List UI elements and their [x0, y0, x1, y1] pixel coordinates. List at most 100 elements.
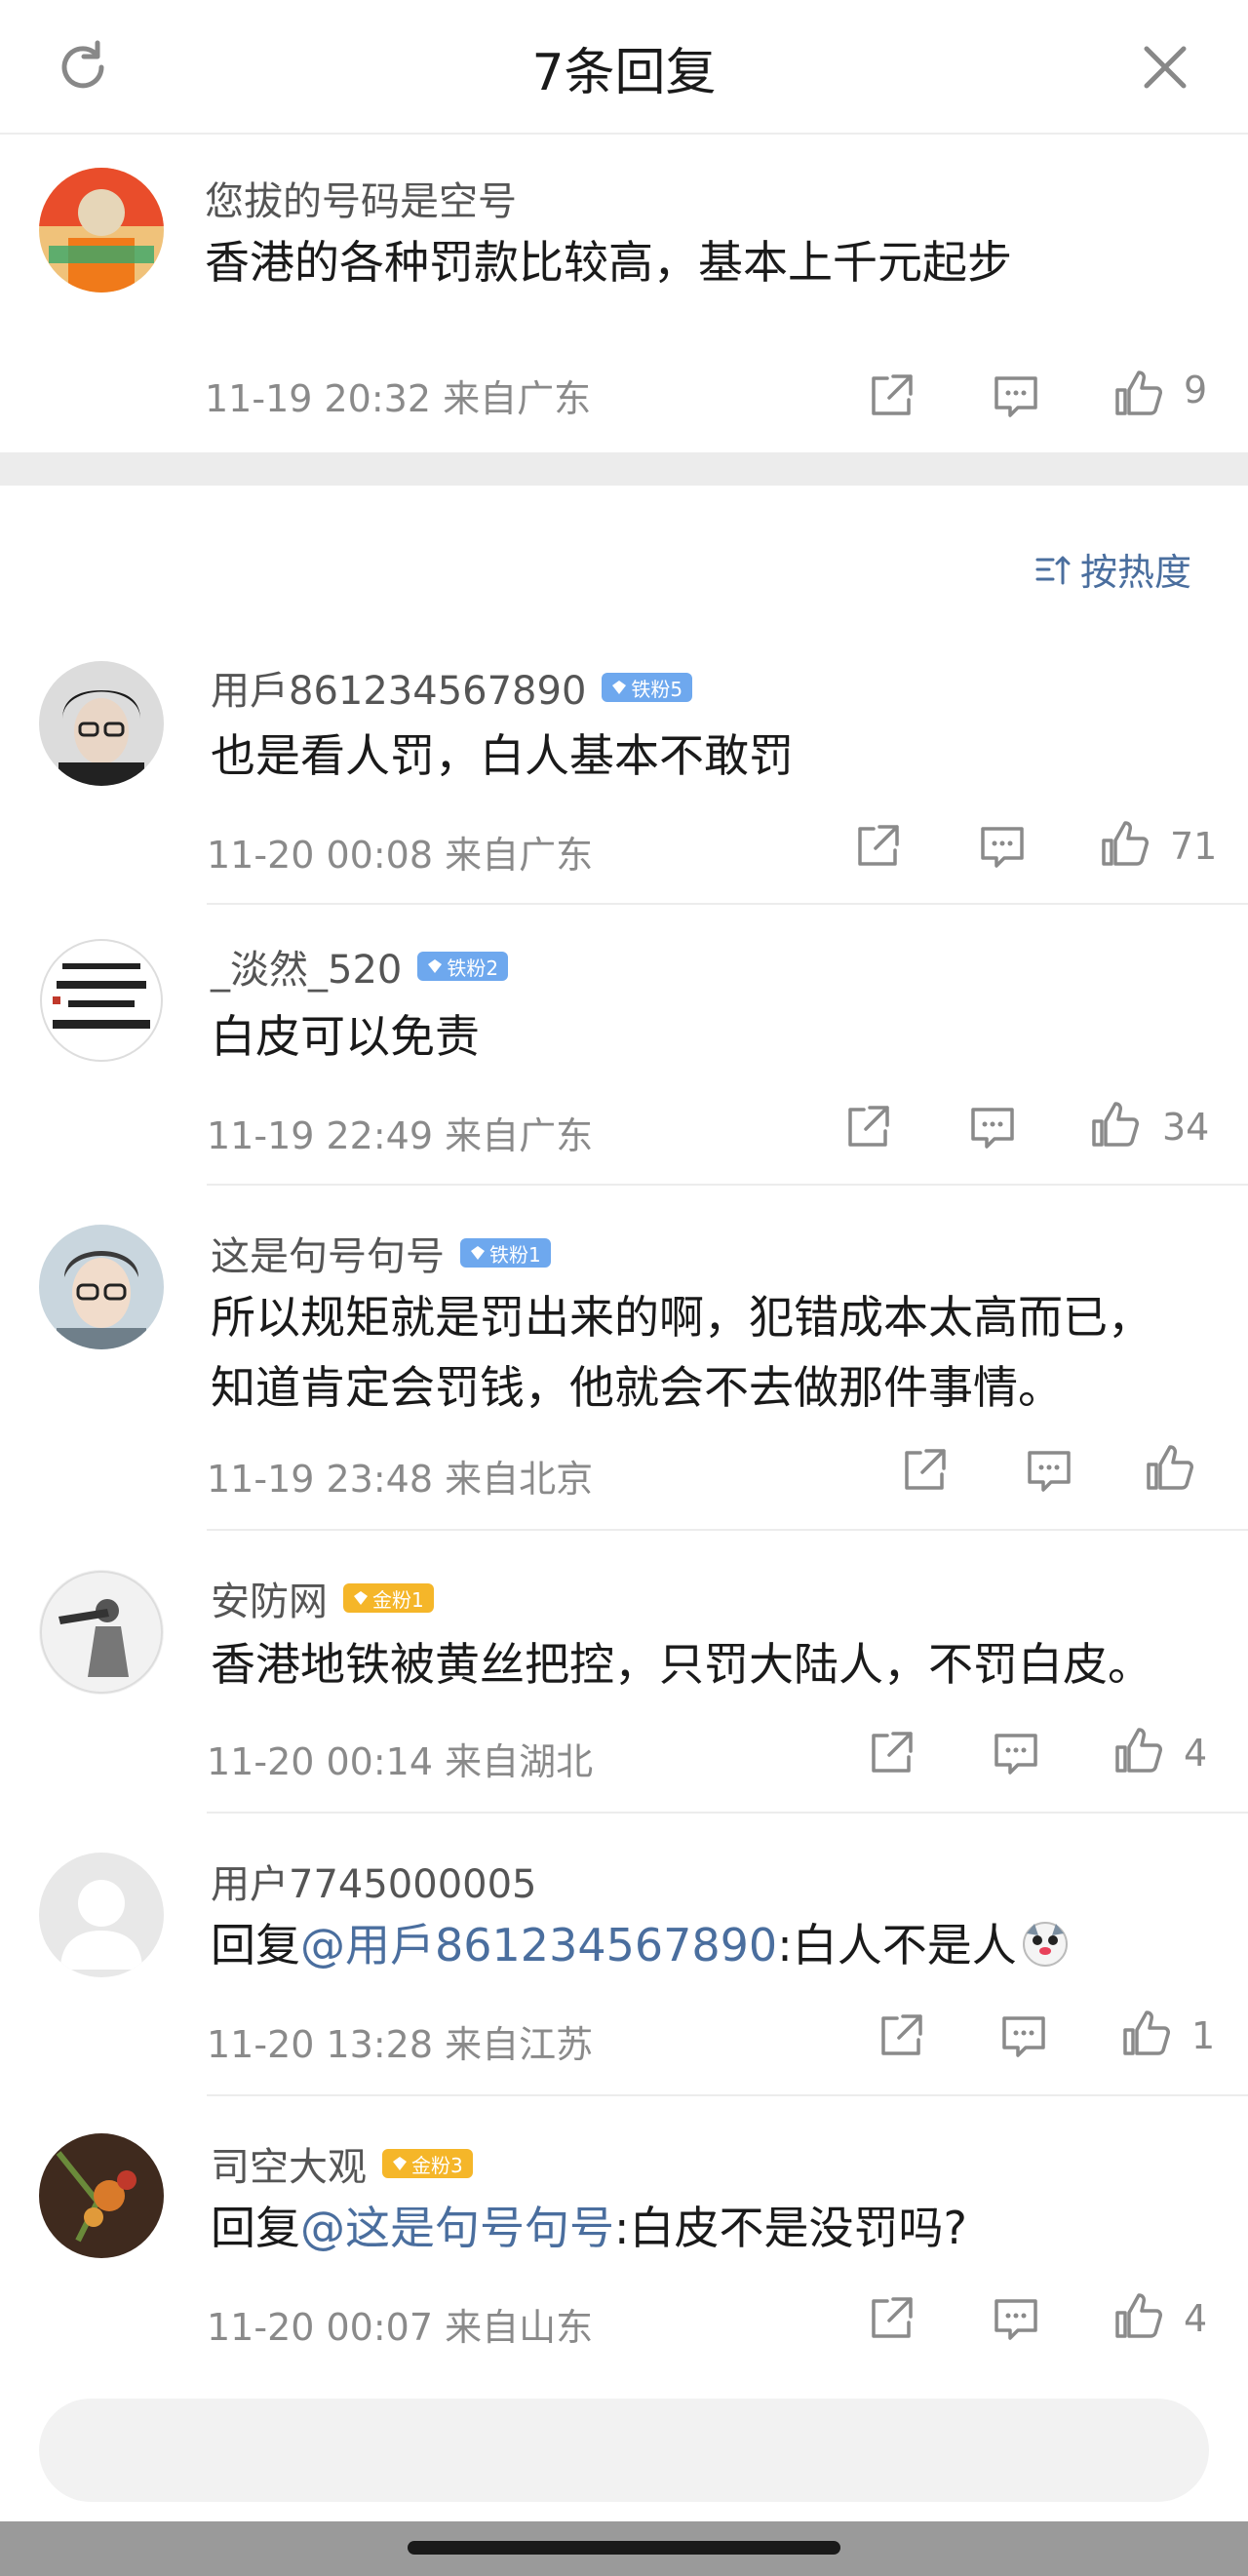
- avatar[interactable]: [39, 938, 164, 1063]
- comment-icon[interactable]: [965, 1100, 1020, 1154]
- reply-text: 白皮可以免责: [211, 1010, 480, 1063]
- like-icon[interactable]: [1098, 817, 1152, 872]
- reply-text-line-1: 所以规矩就是罚出来的啊，犯错成本太高而已，: [211, 1291, 1152, 1344]
- like-count: 4: [1184, 2297, 1208, 2340]
- comment-text: 香港的各种罚款比较高，基本上千元起步: [205, 236, 1012, 289]
- comment-icon[interactable]: [996, 2009, 1051, 2063]
- reply-time: 11-20 00:07: [207, 2306, 434, 2349]
- like-icon[interactable]: [1119, 2007, 1174, 2061]
- reply-location: 来自广东: [445, 834, 594, 877]
- fan-badge: 金粉3: [382, 2149, 473, 2178]
- share-icon[interactable]: [864, 2291, 918, 2346]
- home-indicator[interactable]: [408, 2541, 840, 2555]
- reply-text: 回复@这是句号句号:白皮不是没罚吗?: [211, 2198, 967, 2258]
- share-icon[interactable]: [897, 1443, 952, 1498]
- close-icon[interactable]: [1133, 35, 1197, 99]
- comment-icon[interactable]: [989, 2291, 1043, 2346]
- reply-text: 香港地铁被黄丝把控，只罚大陆人，不罚白皮。: [211, 1638, 1152, 1691]
- reply-meta: 11-20 00:07 来自山东: [207, 2297, 593, 2351]
- mention-link[interactable]: @这是句号句号: [300, 2202, 614, 2254]
- reply-body: :白皮不是没罚吗?: [614, 2202, 967, 2254]
- sort-icon: [1035, 556, 1071, 584]
- reply-prefix: 回复: [211, 1919, 300, 1971]
- reply-location: 来自广东: [445, 1114, 594, 1157]
- fan-badge: 金粉1: [343, 1583, 434, 1613]
- reply-username-text: 这是句号句号: [211, 1234, 445, 1279]
- share-icon[interactable]: [864, 1726, 918, 1780]
- avatar[interactable]: [39, 661, 164, 786]
- sort-label: 按热度: [1080, 551, 1192, 594]
- reply-input[interactable]: [39, 2399, 1209, 2502]
- fan-badge: 铁粉2: [417, 952, 509, 981]
- comment-icon[interactable]: [989, 369, 1043, 423]
- comment-time: 11-19 20:32: [205, 377, 432, 420]
- reply-time: 11-19 22:49: [207, 1114, 434, 1157]
- reply-location: 来自湖北: [445, 1740, 594, 1783]
- reply-time: 11-19 23:48: [207, 1458, 434, 1501]
- reply-time: 11-20 13:28: [207, 2023, 434, 2066]
- like-count: 9: [1184, 369, 1208, 411]
- reply-username-text: 司空大观: [211, 2145, 367, 2190]
- like-count: 71: [1170, 825, 1218, 868]
- reply-username-text: 安防网: [211, 1580, 328, 1624]
- avatar[interactable]: [39, 2133, 164, 2258]
- reply-time: 11-20 00:14: [207, 1740, 434, 1783]
- reply-username[interactable]: 安防网 金粉1: [211, 1570, 434, 1626]
- like-count: 34: [1162, 1106, 1210, 1149]
- reply-time: 11-20 00:08: [207, 834, 434, 877]
- comment-meta: 11-19 20:32 来自广东: [205, 369, 591, 422]
- reply-username[interactable]: _淡然_520 铁粉2: [211, 938, 509, 995]
- like-icon[interactable]: [1112, 1724, 1166, 1778]
- share-icon[interactable]: [850, 819, 905, 874]
- comment-icon[interactable]: [975, 819, 1030, 874]
- reply-meta: 11-20 00:14 来自湖北: [207, 1732, 593, 1785]
- reply-meta: 11-20 00:08 来自广东: [207, 825, 593, 878]
- reply-username-text: 用戶861234567890: [211, 669, 587, 714]
- share-icon[interactable]: [874, 2009, 928, 2063]
- avatar[interactable]: [39, 1853, 164, 1977]
- sort-toggle[interactable]: 按热度: [1034, 542, 1191, 596]
- divider: [207, 2094, 1248, 2096]
- like-icon[interactable]: [1088, 1098, 1143, 1152]
- root-comment: 您拔的号码是空号 香港的各种罚款比较高，基本上千元起步 11-19 20:32 …: [0, 135, 1248, 452]
- reply-location: 来自北京: [445, 1458, 594, 1501]
- like-icon[interactable]: [1112, 367, 1166, 421]
- section-separator: [0, 452, 1248, 486]
- reply-username[interactable]: 司空大观 金粉3: [211, 2135, 473, 2192]
- like-icon[interactable]: [1112, 2289, 1166, 2344]
- reply-prefix: 回复: [211, 2202, 300, 2254]
- like-count: 1: [1191, 2014, 1216, 2057]
- share-icon[interactable]: [840, 1100, 895, 1154]
- avatar[interactable]: [39, 1570, 164, 1695]
- divider: [207, 1529, 1248, 1531]
- avatar[interactable]: [39, 168, 164, 293]
- page-title: 7条回复: [531, 44, 717, 102]
- mention-link[interactable]: @用戶861234567890: [300, 1919, 777, 1971]
- reply-username-text: _淡然_520: [211, 948, 403, 993]
- share-icon[interactable]: [864, 369, 918, 423]
- divider: [207, 903, 1248, 905]
- fan-badge: 铁粉1: [460, 1238, 551, 1268]
- reply-body: :白人不是人: [777, 1919, 1017, 1971]
- comment-username[interactable]: 您拔的号码是空号: [205, 170, 517, 226]
- dog-emoji-icon: [1022, 1922, 1068, 1967]
- comment-icon[interactable]: [1022, 1443, 1076, 1498]
- divider: [207, 1184, 1248, 1186]
- reply-username[interactable]: 这是句号句号 铁粉1: [211, 1225, 551, 1281]
- reply-text: 回复@用戶861234567890:白人不是人: [211, 1915, 1070, 1975]
- reply-meta: 11-20 13:28 来自江苏: [207, 2014, 593, 2068]
- reply-username-text: 用户7745000005: [211, 1862, 537, 1907]
- avatar[interactable]: [39, 1225, 164, 1349]
- reply-username[interactable]: 用戶861234567890 铁粉5: [211, 659, 693, 716]
- divider: [207, 1812, 1248, 1814]
- like-icon[interactable]: [1143, 1441, 1197, 1496]
- reply-location: 来自山东: [445, 2306, 594, 2349]
- reply-text-line-2: 知道肯定会罚钱，他就会不去做那件事情。: [211, 1361, 1063, 1414]
- comment-icon[interactable]: [989, 1726, 1043, 1780]
- reply-username[interactable]: 用户7745000005: [211, 1853, 537, 1909]
- reply-meta: 11-19 22:49 来自广东: [207, 1106, 593, 1159]
- comment-location: 来自广东: [443, 377, 592, 420]
- reply-meta: 11-19 23:48 来自北京: [207, 1449, 593, 1503]
- fan-badge: 铁粉5: [602, 673, 693, 702]
- like-count: 4: [1184, 1732, 1208, 1775]
